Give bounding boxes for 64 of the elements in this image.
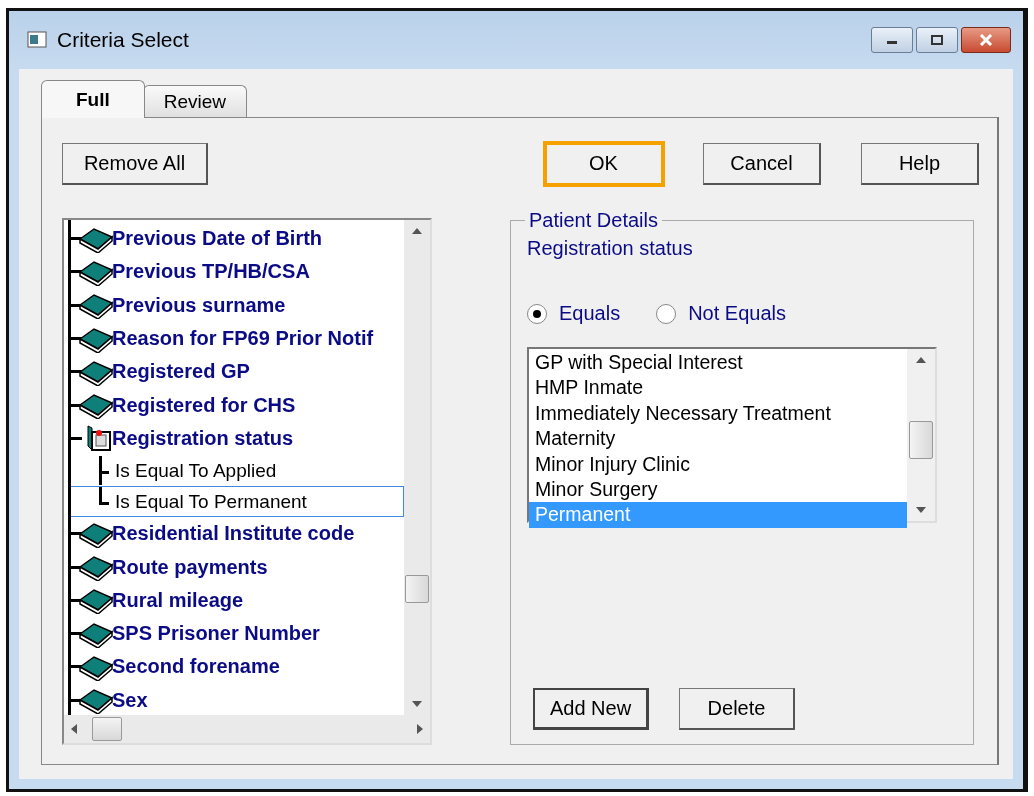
maximize-icon (930, 34, 944, 46)
delete-button[interactable]: Delete (679, 688, 795, 730)
tree-item[interactable]: SPS Prisoner Number (71, 616, 404, 651)
tree-item-label: Sex (112, 688, 148, 712)
tree-child-item[interactable]: Is Equal To Applied (71, 455, 404, 487)
tree-item[interactable]: Sex (71, 683, 404, 715)
close-button[interactable] (961, 27, 1011, 53)
scroll-thumb[interactable] (405, 575, 429, 603)
tree-item-label: Second forename (112, 655, 280, 679)
horizontal-scrollbar[interactable] (64, 715, 430, 743)
tab[interactable]: Review (142, 85, 248, 117)
tree-item[interactable]: Rural mileage (71, 583, 404, 617)
tree-item[interactable]: Previous Date of Birth (71, 222, 404, 256)
scroll-down-icon[interactable] (411, 700, 423, 708)
tree-item-label: Rural mileage (112, 588, 244, 612)
tab[interactable]: Full (41, 80, 145, 118)
tree-item-label: Registration status (112, 426, 294, 450)
tree-item[interactable]: Previous surname (71, 288, 404, 322)
tree-item-label: Reason for FP69 Prior Notif (112, 327, 374, 351)
vertical-scrollbar[interactable] (404, 220, 430, 715)
tree-item[interactable]: Second forename (71, 650, 404, 684)
list-item[interactable]: GP with Special Interest (529, 350, 907, 376)
tree-item-label: Previous surname (112, 293, 286, 317)
list-item[interactable]: Immediately Necessary Treatment (529, 400, 907, 427)
scroll-thumb[interactable] (909, 421, 933, 459)
vertical-scrollbar[interactable] (907, 349, 935, 521)
field-name: Registration status (527, 237, 694, 260)
radio-button[interactable]: Equals (527, 302, 621, 325)
scroll-up-icon[interactable] (915, 356, 927, 364)
tree-item[interactable]: Route payments (71, 550, 404, 584)
radio-button[interactable]: Not Equals (656, 302, 786, 325)
list-item[interactable]: Maternity (529, 426, 907, 452)
remove-all-button[interactable]: Remove All (62, 143, 208, 185)
scroll-down-icon[interactable] (915, 506, 927, 514)
tree-item-label: Route payments (112, 555, 268, 579)
close-icon (978, 34, 994, 46)
tree-child-item[interactable]: Is Equal To Permanent (71, 486, 404, 518)
tree-item[interactable]: Previous TP/HB/CSA (71, 255, 404, 289)
tree-item[interactable]: Reason for FP69 Prior Notif (71, 321, 404, 356)
tree-item[interactable]: Registered for CHS (71, 388, 404, 422)
dialog-button[interactable]: OK (545, 143, 663, 185)
tree-item[interactable]: Residential Institute code (71, 517, 404, 551)
maximize-button[interactable] (916, 27, 958, 53)
scroll-right-icon[interactable] (416, 723, 424, 735)
tree-item-label: Registered for CHS (112, 393, 296, 417)
tree-item-label: SPS Prisoner Number (112, 622, 320, 646)
tree-item-label: Residential Institute code (112, 522, 355, 546)
scroll-up-icon[interactable] (411, 227, 423, 235)
tree-item[interactable]: Registered GP (71, 355, 404, 389)
minimize-button[interactable] (871, 27, 913, 53)
list-item[interactable]: Minor Injury Clinic (529, 451, 907, 477)
scroll-left-icon[interactable] (70, 723, 78, 735)
window-icon (27, 31, 49, 49)
dialog-button[interactable]: Cancel (703, 143, 821, 185)
list-item[interactable]: HMP Inmate (529, 375, 907, 401)
window-title: Criteria Select (57, 28, 189, 52)
tree-item-label: Registered GP (112, 360, 250, 384)
tree-item[interactable]: Registration status (71, 421, 404, 456)
tree-item-label: Previous Date of Birth (112, 227, 323, 251)
tree-item-label: Previous TP/HB/CSA (112, 260, 310, 284)
scroll-thumb[interactable] (92, 717, 122, 741)
list-item[interactable]: Minor Surgery (529, 476, 907, 503)
add-new-button[interactable]: Add New (533, 688, 649, 730)
dialog-button[interactable]: Help (861, 143, 979, 185)
